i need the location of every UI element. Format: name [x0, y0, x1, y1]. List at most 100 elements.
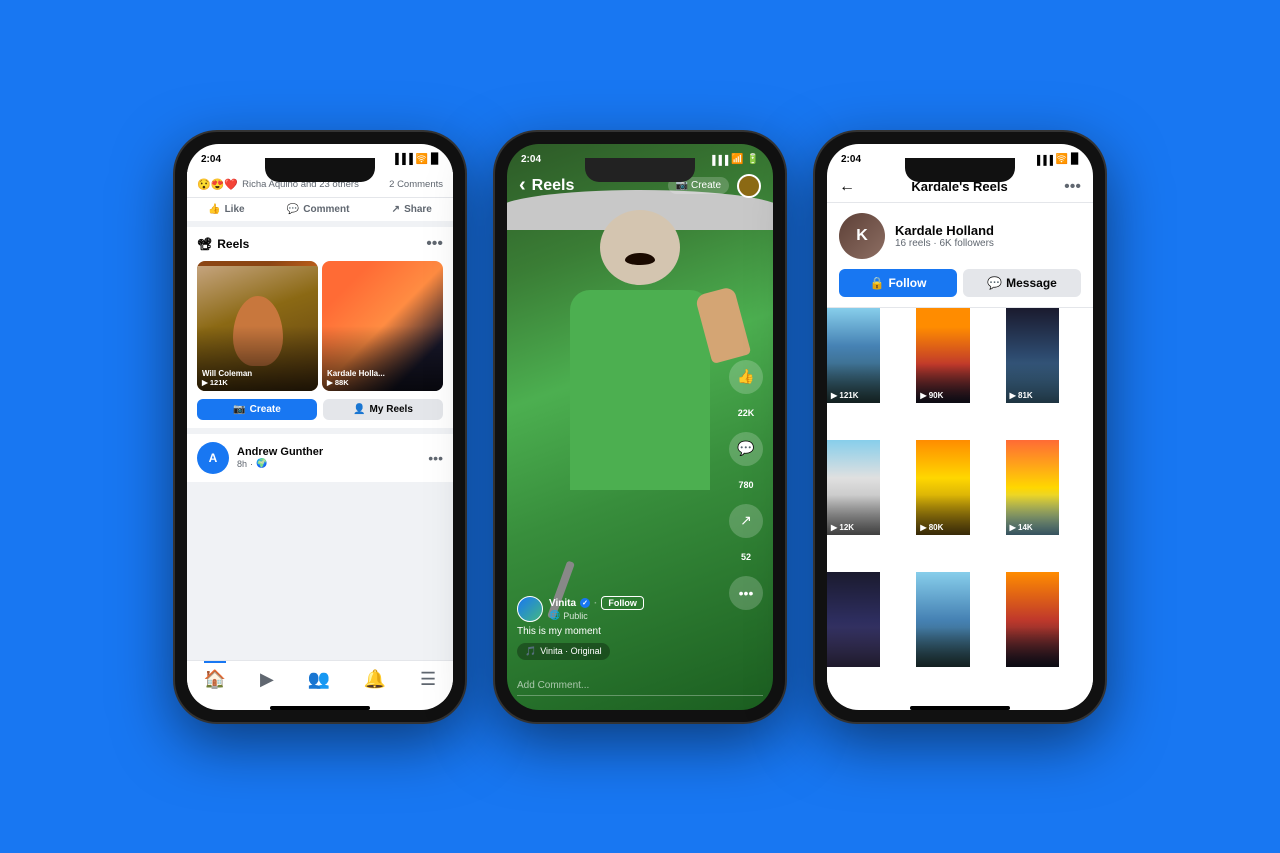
- post-user-name[interactable]: Andrew Gunther: [237, 446, 420, 458]
- comment-bar[interactable]: Add Comment...: [517, 680, 763, 696]
- comments-count[interactable]: 2 Comments: [389, 179, 443, 190]
- post-avatar: A: [197, 442, 229, 474]
- comment-count: 780: [738, 480, 753, 490]
- reel-2-creator: Kardale Holla...: [327, 369, 385, 378]
- profile-user-meta: 16 reels · 6K followers: [895, 238, 994, 249]
- reel-thumb-2[interactable]: Kardale Holla... ▶ 88K: [322, 261, 443, 391]
- grid-thumb-1[interactable]: ▶ 121K: [827, 308, 880, 403]
- share-label: Share: [404, 204, 432, 215]
- grid-label-2: ▶ 90K: [920, 391, 943, 400]
- grid-thumb-5[interactable]: ▶ 80K: [916, 440, 969, 535]
- wifi-icon: 🛜: [416, 154, 428, 165]
- phone-1-time: 2:04: [201, 154, 221, 165]
- creator-visibility: Public: [563, 611, 588, 621]
- comment-button[interactable]: 💬 Comment: [287, 204, 350, 215]
- home-indicator-3: [910, 706, 1010, 710]
- bottom-nav: 🏠 ▶ 👥 🔔 ☰: [187, 660, 453, 702]
- like-button[interactable]: 👍 Like: [208, 204, 244, 215]
- grid-thumb-7[interactable]: [827, 572, 880, 667]
- create-btn-label: Create: [250, 404, 281, 415]
- like-action[interactable]: 👍: [729, 360, 763, 394]
- phone-1-screen: 2:04 ▐▐▐ 🛜 ▉ 😯😍❤️ Richa Aquino and 23 ot…: [187, 144, 453, 710]
- action-bar: 👍 Like 💬 Comment ↗ Share: [187, 198, 453, 227]
- wifi-icon-2: 📶: [731, 154, 743, 165]
- myreels-icon: 👤: [353, 404, 365, 415]
- comment-action[interactable]: 💬: [729, 432, 763, 466]
- nav-groups[interactable]: 👥: [308, 669, 330, 690]
- creator-avatar: [517, 596, 543, 622]
- phone-1-status-icons: ▐▐▐ 🛜 ▉: [392, 154, 439, 165]
- phone-1-notch: [265, 158, 375, 182]
- battery-icon: ▉: [431, 154, 439, 165]
- signal-icon-2: ▐▐▐: [709, 155, 728, 165]
- phone-2: 2:04 ▐▐▐ 📶 🔋 ‹ Reels 📷: [495, 132, 785, 722]
- grid-label-4: ▶ 12K: [831, 523, 854, 532]
- phone-3-status-icons: ▐▐▐ 🛜 ▉: [1034, 154, 1079, 165]
- phone-3-notch: [905, 158, 1015, 182]
- reel-1-label: Will Coleman ▶ 121K: [202, 369, 252, 387]
- more-button-3[interactable]: •••: [1064, 178, 1081, 196]
- profile-user-row: K Kardale Holland 16 reels · 6K follower…: [839, 213, 1081, 259]
- share-count: 52: [741, 552, 751, 562]
- grid-label-3: ▶ 81K: [1010, 391, 1033, 400]
- reel-1-creator: Will Coleman: [202, 369, 252, 378]
- grid-thumb-6[interactable]: ▶ 14K: [1006, 440, 1059, 535]
- signal-icon-3: ▐▐▐: [1034, 155, 1053, 165]
- phone-3-time: 2:04: [841, 154, 861, 165]
- grid-label-1: ▶ 121K: [831, 391, 859, 400]
- back-button[interactable]: ‹: [519, 174, 526, 197]
- nav-bell[interactable]: 🔔: [364, 669, 386, 690]
- side-actions: 👍 22K 💬 780 ↗ 52 •••: [729, 360, 763, 610]
- follow-button-profile[interactable]: 🔒 Follow: [839, 269, 957, 297]
- phones-container: 2:04 ▐▐▐ 🛜 ▉ 😯😍❤️ Richa Aquino and 23 ot…: [175, 132, 1105, 722]
- post-more-button[interactable]: •••: [428, 450, 443, 466]
- nav-video[interactable]: ▶: [260, 669, 274, 690]
- profile-user-info: Kardale Holland 16 reels · 6K followers: [895, 223, 994, 249]
- overlay-8: [916, 627, 969, 667]
- reel-thumb-1[interactable]: Will Coleman ▶ 121K: [197, 261, 318, 391]
- grid-label-5: ▶ 80K: [920, 523, 943, 532]
- message-button-profile[interactable]: 💬 Message: [963, 269, 1081, 297]
- nav-menu[interactable]: ☰: [420, 669, 436, 690]
- like-icon: 👍: [208, 204, 220, 215]
- more-action[interactable]: •••: [729, 576, 763, 610]
- overlay-7: [827, 627, 880, 667]
- green-shirt: [570, 290, 710, 490]
- reel-2-views-text: ▶ 88K: [327, 378, 349, 387]
- battery-icon-2: 🔋: [747, 154, 759, 165]
- post-separator: ·: [250, 459, 253, 469]
- creator-row: Vinita ✓ · Follow 🌐 Public: [517, 596, 718, 622]
- globe-icon: 🌐: [549, 610, 560, 621]
- music-icon: 🎵: [525, 646, 536, 657]
- wifi-icon-3: 🛜: [1056, 154, 1068, 165]
- post-meta: 8h · 🌍: [237, 458, 420, 469]
- reels-video-background: 2:04 ▐▐▐ 📶 🔋 ‹ Reels 📷: [507, 144, 773, 710]
- post-info: Andrew Gunther 8h · 🌍: [237, 446, 420, 469]
- back-button-3[interactable]: ←: [839, 178, 855, 196]
- verified-badge: ✓: [580, 598, 590, 608]
- follow-lock-icon: 🔒: [870, 276, 885, 290]
- overlay-9: [1006, 627, 1059, 667]
- music-label: Vinita · Original: [540, 646, 601, 656]
- message-btn-label: Message: [1006, 276, 1057, 290]
- grid-thumb-2[interactable]: ▶ 90K: [916, 308, 969, 403]
- video-caption: This is my moment: [517, 626, 718, 637]
- reels-more-button[interactable]: •••: [426, 235, 443, 253]
- reels-actions: 📷 Create 👤 My Reels: [197, 399, 443, 420]
- grid-thumb-9[interactable]: [1006, 572, 1059, 667]
- grid-thumb-8[interactable]: [916, 572, 969, 667]
- message-icon: 💬: [987, 276, 1002, 290]
- create-reel-button[interactable]: 📷 Create: [197, 399, 317, 420]
- nav-home[interactable]: 🏠: [204, 661, 226, 690]
- phone-3-screen: 2:04 ▐▐▐ 🛜 ▉ ← Kardale's Reels •••: [827, 144, 1093, 710]
- share-button[interactable]: ↗ Share: [392, 204, 432, 215]
- post-privacy-icon: 🌍: [256, 458, 267, 469]
- grid-thumb-4[interactable]: ▶ 12K: [827, 440, 880, 535]
- grid-thumb-3[interactable]: ▶ 81K: [1006, 308, 1059, 403]
- share-action[interactable]: ↗: [729, 504, 763, 538]
- my-reels-button[interactable]: 👤 My Reels: [323, 399, 443, 420]
- user-avatar-top[interactable]: [737, 174, 761, 198]
- creator-name-row: Vinita ✓ · Follow: [549, 596, 644, 610]
- music-pill[interactable]: 🎵 Vinita · Original: [517, 643, 610, 660]
- follow-button-video[interactable]: Follow: [601, 596, 644, 610]
